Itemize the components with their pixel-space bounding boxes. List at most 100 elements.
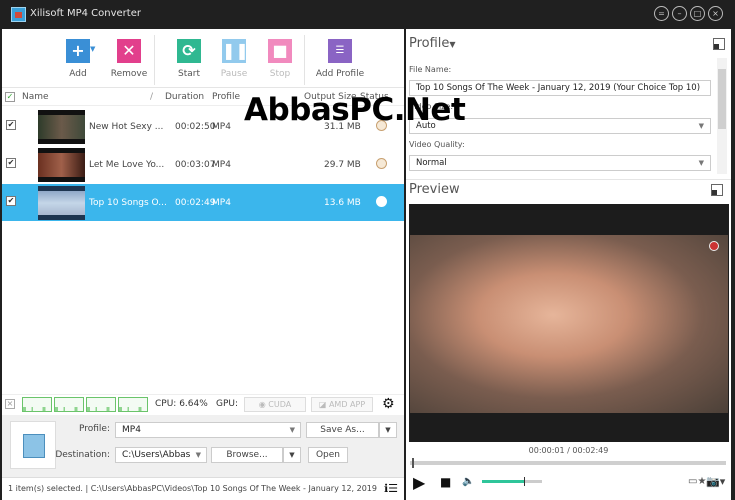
add-file-icon: + xyxy=(66,39,90,63)
file-size: 13.6 MB xyxy=(324,198,361,208)
destination-select[interactable]: C:\Users\Abbas ▼ xyxy=(115,447,207,463)
add-profile-button[interactable]: ☰ Add Profile xyxy=(314,39,366,79)
row-checkbox[interactable]: ✔ xyxy=(6,120,16,130)
destination-label: Destination: xyxy=(55,450,110,460)
minimize-button[interactable]: – xyxy=(672,6,687,21)
info-list-icon[interactable]: ℹ☰ xyxy=(379,478,398,500)
volume-handle[interactable] xyxy=(524,477,525,486)
toolbar-divider xyxy=(154,35,155,85)
volume-slider[interactable] xyxy=(482,477,542,486)
sort-indicator: / xyxy=(150,92,154,102)
remove-icon: ✕ xyxy=(117,39,141,63)
add-profile-icon: ☰ xyxy=(328,39,352,63)
close-cpu-monitor-icon[interactable]: × xyxy=(5,399,15,409)
select-all-checkbox[interactable]: ✓ xyxy=(5,92,15,102)
browse-button[interactable]: Browse... xyxy=(211,447,283,463)
file-profile: MP4 xyxy=(212,198,231,208)
save-as-button[interactable]: Save As... xyxy=(306,422,379,438)
preview-title: Preview xyxy=(409,182,460,197)
cpu-graph xyxy=(54,397,84,412)
window-title: Xilisoft MP4 Converter xyxy=(30,8,141,19)
toolbar-divider xyxy=(304,35,305,85)
cpu-graph xyxy=(22,397,52,412)
close-button[interactable]: × xyxy=(708,6,723,21)
cpu-bar: × CPU: 6.64% GPU: ◉ CUDA ◪ AMD APP ⚙ xyxy=(2,394,404,414)
column-duration[interactable]: Duration xyxy=(165,92,204,102)
profile-scrollbar[interactable] xyxy=(717,58,727,174)
add-dropdown-arrow-icon[interactable]: ▼ xyxy=(90,45,95,53)
app-logo-icon xyxy=(11,7,26,22)
menu-button[interactable]: = xyxy=(654,6,669,21)
app-window: Xilisoft MP4 Converter = – □ × + ▼ Add ✕… xyxy=(0,0,735,500)
column-profile[interactable]: Profile xyxy=(212,92,240,102)
file-profile: MP4 xyxy=(212,122,231,132)
chevron-down-icon: ▼ xyxy=(698,159,704,167)
status-clock-icon xyxy=(376,196,387,207)
file-name: Top 10 Songs O... xyxy=(89,198,167,208)
file-duration: 00:02:50 xyxy=(175,122,216,132)
save-as-dropdown-button[interactable]: ▼ xyxy=(379,422,397,438)
table-row[interactable]: ✔ Let Me Love Yo... 00:03:07 MP4 29.7 MB xyxy=(2,146,404,184)
amd-icon: ◪ xyxy=(318,400,329,409)
start-convert-icon: ⟳ xyxy=(177,39,201,63)
stop-playback-button[interactable]: ■ xyxy=(440,475,451,489)
divider xyxy=(406,179,731,180)
file-duration: 00:02:49 xyxy=(175,198,216,208)
file-duration: 00:03:07 xyxy=(175,160,216,170)
video-quality-select[interactable]: Normal ▼ xyxy=(409,155,711,171)
chevron-down-icon: ▼ xyxy=(192,448,201,462)
chevron-down-icon: ▼ xyxy=(289,426,295,434)
table-row-selected[interactable]: ✔ Top 10 Songs O... 00:02:49 MP4 13.6 MB xyxy=(2,184,404,222)
add-button[interactable]: + ▼ Add xyxy=(60,39,96,79)
maximize-button[interactable]: □ xyxy=(690,6,705,21)
playback-time: 00:00:01 / 00:02:49 xyxy=(528,446,609,455)
gpu-label: GPU: xyxy=(216,399,239,409)
seek-slider[interactable] xyxy=(410,458,726,468)
toolbar: + ▼ Add ✕ Remove ⟳ Start ❚❚ Pause ■ Stop xyxy=(2,29,404,88)
column-name[interactable]: Name xyxy=(22,92,49,102)
profile-title[interactable]: Profile▼ xyxy=(409,36,456,51)
expand-profile-icon[interactable] xyxy=(713,38,725,50)
title-bar: Xilisoft MP4 Converter = – □ × xyxy=(0,0,735,29)
start-button[interactable]: ⟳ Start xyxy=(172,39,206,79)
snapshot-favorite-icon[interactable]: ▭★ xyxy=(688,476,706,487)
status-bar: 1 item(s) selected. | C:\Users\AbbasPC\V… xyxy=(2,477,404,500)
video-thumbnail xyxy=(38,148,85,182)
row-checkbox[interactable]: ✔ xyxy=(6,196,16,206)
status-text: 1 item(s) selected. | C:\Users\AbbasPC\V… xyxy=(8,484,383,493)
remove-button[interactable]: ✕ Remove xyxy=(109,39,149,79)
seek-handle[interactable] xyxy=(411,458,414,468)
video-thumbnail xyxy=(38,110,85,144)
watermark: AbbasPC.Net xyxy=(244,92,466,128)
format-mp4-icon[interactable] xyxy=(10,421,56,469)
pause-icon: ❚❚ xyxy=(222,39,249,63)
file-name: Let Me Love Yo... xyxy=(89,160,165,170)
camera-icon[interactable]: 📷▾ xyxy=(706,475,725,488)
list-empty-area xyxy=(2,221,404,391)
nvidia-icon: ◉ xyxy=(258,400,269,409)
file-profile: MP4 xyxy=(212,160,231,170)
pause-button[interactable]: ❚❚ Pause xyxy=(217,39,251,79)
caret-down-icon: ▼ xyxy=(449,40,456,49)
cpu-graph xyxy=(86,397,116,412)
expand-preview-icon[interactable] xyxy=(711,184,723,196)
video-frame xyxy=(410,235,728,413)
file-name: New Hot Sexy ... xyxy=(89,122,164,132)
settings-gear-icon[interactable]: ⚙ xyxy=(382,396,395,412)
play-button[interactable]: ▶ xyxy=(413,473,425,492)
stop-button[interactable]: ■ Stop xyxy=(263,39,297,79)
profile-select[interactable]: MP4 ▼ xyxy=(115,422,301,438)
cuda-button[interactable]: ◉ CUDA xyxy=(244,397,306,412)
file-name-label: File Name: xyxy=(409,65,452,74)
chevron-down-icon: ▼ xyxy=(698,122,704,130)
amd-app-button[interactable]: ◪ AMD APP xyxy=(311,397,373,412)
browse-dropdown-button[interactable]: ▼ xyxy=(283,447,301,463)
cpu-usage: CPU: 6.64% xyxy=(155,399,208,409)
open-button[interactable]: Open xyxy=(308,447,348,463)
cpu-graph xyxy=(118,397,148,412)
volume-icon[interactable]: 🔈 xyxy=(462,476,474,487)
video-preview[interactable] xyxy=(409,204,729,442)
video-thumbnail xyxy=(38,186,85,220)
row-checkbox[interactable]: ✔ xyxy=(6,158,16,168)
status-clock-icon xyxy=(376,158,387,169)
